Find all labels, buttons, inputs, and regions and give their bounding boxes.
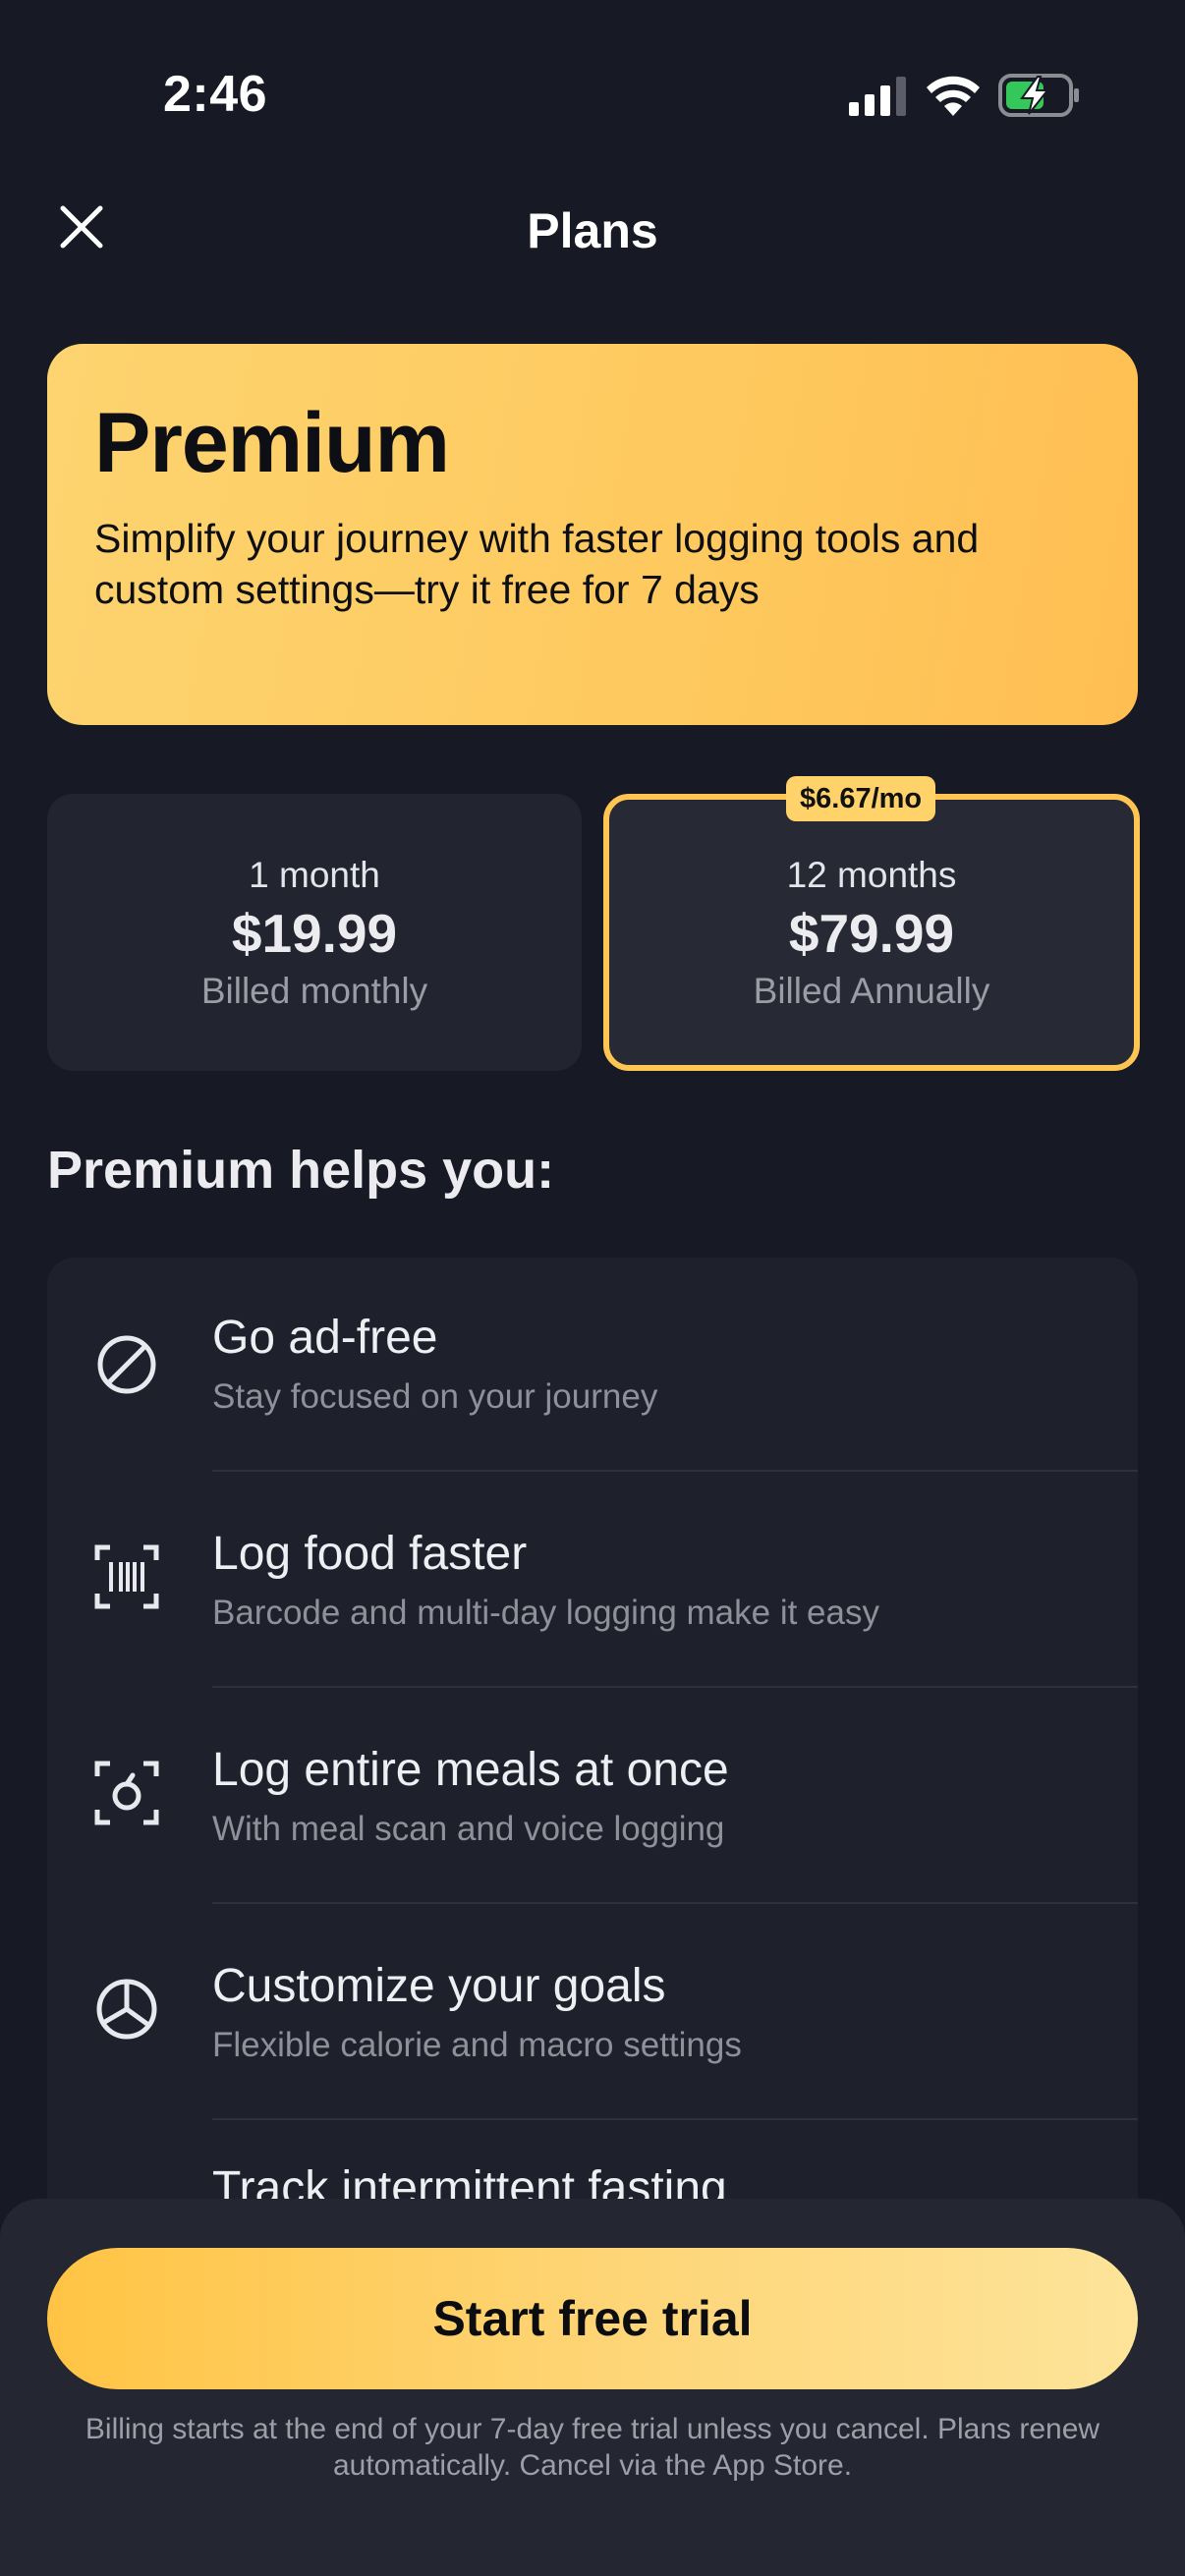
list-item: Go ad-free Stay focused on your journey [47, 1258, 1138, 1474]
plan-option-annual[interactable]: 12 months $79.99 Billed Annually [603, 794, 1140, 1071]
feature-subtitle: Stay focused on your journey [212, 1377, 658, 1416]
feature-title: Log entire meals at once [212, 1744, 729, 1796]
status-time: 2:46 [163, 66, 268, 123]
feature-subtitle: Flexible calorie and macro settings [212, 2026, 742, 2064]
plan-duration: 1 month [249, 855, 380, 895]
list-item: Log entire meals at once With meal scan … [47, 1690, 1138, 1906]
feature-subtitle: With meal scan and voice logging [212, 1810, 725, 1848]
barcode-scan-icon [94, 1544, 159, 1609]
start-free-trial-button[interactable]: Start free trial [47, 2248, 1138, 2389]
feature-title: Log food faster [212, 1528, 528, 1580]
plan-billing: Billed monthly [200, 971, 428, 1011]
ad-free-icon [97, 1335, 156, 1394]
feature-title: Customize your goals [212, 1960, 666, 2012]
divider [212, 1470, 1138, 1472]
plan-option-monthly[interactable]: 1 month $19.99 Billed monthly [47, 794, 582, 1071]
hero-description: Simplify your journey with faster loggin… [94, 516, 980, 612]
plan-price: $19.99 [231, 903, 398, 964]
list-item: Customize your goals Flexible calorie an… [47, 1906, 1138, 2122]
plan-duration: 12 months [786, 855, 957, 895]
plan-billing: Billed Annually [753, 971, 990, 1011]
premium-hero-card: Premium Simplify your journey with faste… [47, 344, 1138, 725]
billing-disclaimer: Billing starts at the end of your 7-day … [85, 2413, 1100, 2482]
meal-scan-icon [94, 1761, 159, 1825]
plans-screen: 2:46 Plans Premium Simplify your journey… [0, 0, 1185, 2576]
feature-subtitle: Barcode and multi-day logging make it ea… [212, 1594, 879, 1632]
purchase-sheet: Start free trial Billing starts at the e… [0, 2199, 1185, 2576]
hero-title: Premium [94, 396, 450, 490]
monthly-equivalent-badge: $6.67/mo [786, 776, 936, 821]
divider [212, 1686, 1138, 1688]
battery-charging-icon [998, 74, 1079, 117]
divider [212, 1902, 1138, 1904]
list-item: Log food faster Barcode and multi-day lo… [47, 1474, 1138, 1690]
feature-title: Go ad-free [212, 1312, 438, 1364]
cellular-signal-icon [849, 77, 906, 116]
feature-list: Go ad-free Stay focused on your journey … [47, 1258, 1138, 2240]
pie-chart-icon [96, 1979, 157, 2040]
wifi-icon [927, 76, 980, 116]
plan-price: $79.99 [788, 903, 955, 964]
divider [212, 2118, 1138, 2120]
features-heading: Premium helps you: [47, 1141, 555, 1200]
page-title: Plans [527, 203, 658, 258]
